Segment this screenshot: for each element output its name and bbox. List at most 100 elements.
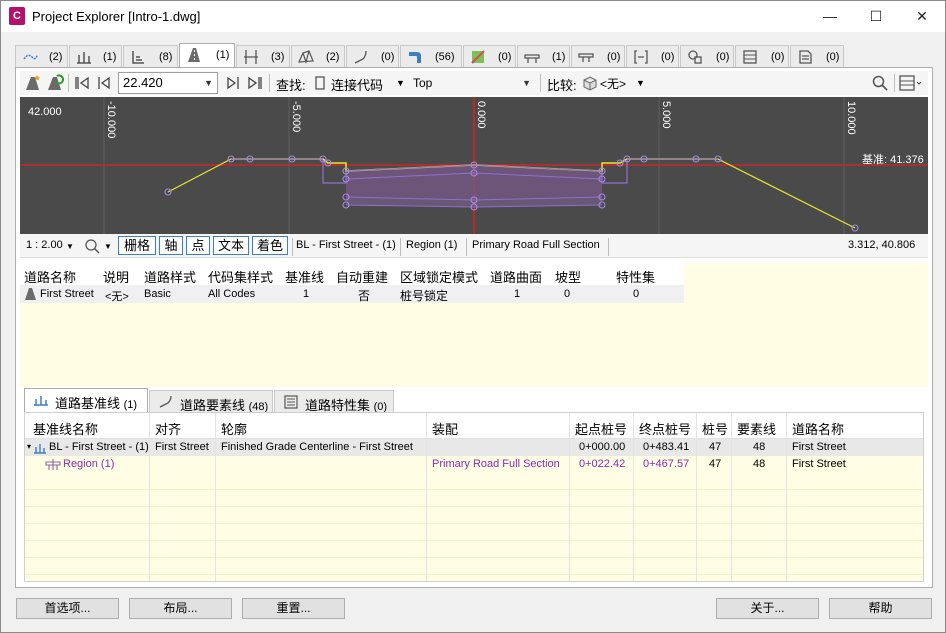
col-property-sets[interactable]: 特性集	[616, 267, 655, 286]
tab-profiles[interactable]: (1)	[69, 45, 122, 67]
col-slope-patterns[interactable]: 坡型	[555, 267, 581, 286]
rebuild-corridor-icon[interactable]	[46, 74, 64, 92]
cell-corridor-name: First Street	[792, 458, 846, 470]
elevation-label: 42.000	[28, 106, 62, 118]
options-button[interactable]: 首选项...	[16, 598, 119, 619]
col-corridor-name[interactable]: 道路名称	[792, 419, 844, 438]
cell-feature-lines: 48	[753, 441, 766, 453]
maximize-button[interactable]: ☐	[853, 1, 899, 32]
tab-parcels[interactable]: (0)	[463, 45, 516, 67]
tab-point-groups[interactable]: (0)	[680, 45, 734, 67]
table-row[interactable]: First Street <无> Basic All Codes 1 否 桩号锁…	[20, 285, 684, 303]
tab-pipe-networks[interactable]: (56)	[400, 45, 462, 67]
col-feature-lines[interactable]: 要素线	[737, 419, 776, 438]
new-corridor-icon[interactable]	[24, 74, 42, 92]
profile-icon	[77, 52, 91, 64]
station-select[interactable]: 22.420 ▼	[118, 72, 218, 94]
tab-subassemblies[interactable]: (0)	[571, 45, 625, 67]
reset-button[interactable]: 重置...	[242, 598, 345, 619]
last-station-icon[interactable]	[246, 74, 264, 92]
first-station-icon[interactable]	[73, 74, 91, 92]
col-corridor-surfaces[interactable]: 道路曲面	[490, 267, 542, 286]
col-start-station[interactable]: 起点桩号	[575, 419, 627, 438]
section-viewport[interactable]: 42.000 -10.000 -5.000 0.000 5.000 10.000 基准:…	[20, 97, 928, 234]
offset-tick-label: 10.000	[845, 101, 857, 135]
toggle-text-button[interactable]: 文本	[213, 236, 249, 255]
col-assembly[interactable]: 装配	[432, 419, 458, 438]
tab-corridor-baselines[interactable]: 道路基准线 (1)	[24, 388, 148, 413]
chevron-down-icon[interactable]: ▼	[396, 78, 405, 88]
tab-count: (1)	[103, 51, 117, 63]
tab-surfaces[interactable]: (2)	[291, 45, 345, 67]
tab-reports[interactable]: (0)	[790, 45, 844, 67]
toggle-shading-button[interactable]: 着色	[252, 236, 288, 255]
col-region-lock-mode[interactable]: 区域锁定模式	[400, 267, 478, 286]
corridor-subtabs: 道路基准线 (1) 道路要素线 (48) 道路特性集 (0)	[20, 388, 928, 413]
corridor-grid-header: 道路名称 说明 道路样式 代码集样式 基准线 自动重建 区域锁定模式 道路曲面 …	[20, 263, 684, 285]
tab-count: (0)	[771, 51, 785, 63]
table-row[interactable]: Region (1) Primary Road Full Section 0+0…	[25, 456, 923, 473]
cell-auto-rebuild: 否	[358, 289, 371, 303]
tab-feature-lines[interactable]: (0)	[346, 45, 399, 67]
tab-alignments[interactable]: (2)	[15, 45, 68, 67]
toggle-grid-button[interactable]: 栅格	[118, 236, 156, 255]
close-button[interactable]: ✕	[899, 1, 945, 32]
col-baselines[interactable]: 基准线	[285, 267, 324, 286]
table-row[interactable]: ▾ BL - First Street - (1) First Street F…	[25, 439, 923, 456]
col-end-station[interactable]: 终点桩号	[639, 419, 691, 438]
toggle-axis-button[interactable]: 轴	[159, 236, 183, 255]
col-corridor-style[interactable]: 道路样式	[144, 267, 196, 286]
minimize-button[interactable]: —	[807, 1, 853, 32]
col-stations[interactable]: 桩号	[702, 419, 728, 438]
tab-count: (0)	[716, 51, 730, 63]
tab-tables[interactable]: (0)	[735, 45, 789, 67]
layout-button[interactable]: 布局...	[129, 598, 232, 619]
compare-value[interactable]: <无>	[600, 75, 626, 92]
cell-corridor-surfaces: 1	[514, 288, 521, 300]
baseline-indicator: BL - First Street - (1)	[296, 239, 396, 251]
tab-count: (8)	[159, 51, 173, 63]
toggle-points-button[interactable]: 点	[186, 236, 210, 255]
col-baseline-name[interactable]: 基准线名称	[33, 419, 98, 438]
tab-corridor-property-sets[interactable]: 道路特性集 (0)	[274, 390, 394, 413]
compare-label: 比较:	[547, 78, 577, 93]
previous-station-icon[interactable]	[95, 74, 113, 92]
offset-tick-label: -10.000	[105, 101, 117, 138]
cursor-coordinates: 3.312, 40.806	[848, 239, 916, 251]
baseline-icon	[34, 396, 48, 406]
tab-profile-views[interactable]: (8)	[123, 45, 178, 67]
col-description[interactable]: 说明	[103, 267, 129, 286]
about-button[interactable]: 关于...	[716, 598, 819, 619]
col-alignment[interactable]: 对齐	[155, 419, 181, 438]
chevron-down-icon[interactable]: ▼	[104, 242, 112, 251]
feature-line-icon	[354, 50, 367, 64]
collapse-icon[interactable]: ▾	[27, 442, 31, 451]
col-code-set-style[interactable]: 代码集样式	[208, 267, 273, 286]
chevron-down-icon[interactable]: ▼	[636, 78, 645, 88]
cell-baselines: 1	[303, 288, 310, 300]
col-auto-rebuild[interactable]: 自动重建	[336, 267, 388, 286]
tab-sample-lines[interactable]: (3)	[236, 45, 290, 67]
tab-sections[interactable]: (0)	[626, 45, 679, 67]
find-type[interactable]: 连接代码	[331, 75, 383, 94]
parcel-icon	[471, 50, 485, 64]
zoom-icon[interactable]	[84, 238, 102, 254]
tab-assemblies[interactable]: (1)	[517, 45, 570, 67]
help-button[interactable]: 帮助	[829, 598, 932, 619]
tab-count: (0)	[826, 51, 840, 63]
view-options-icon[interactable]	[899, 74, 923, 92]
col-profile[interactable]: 轮廓	[221, 419, 247, 438]
next-station-icon[interactable]	[224, 74, 242, 92]
tab-corridors[interactable]: (1)	[179, 43, 235, 68]
find-label: 查找:	[276, 78, 306, 93]
tab-corridor-feature-lines[interactable]: 道路要素线 (48)	[149, 390, 273, 413]
point-group-icon	[688, 50, 702, 64]
zoom-search-icon[interactable]	[871, 74, 889, 92]
scale-select[interactable]: 1 : 2.00	[26, 239, 63, 251]
tab-count: (0)	[381, 51, 395, 63]
tab-count: (1)	[552, 51, 566, 63]
baseline-icon	[34, 444, 46, 454]
col-corridor-name[interactable]: 道路名称	[24, 267, 76, 286]
chevron-down-icon[interactable]: ▼	[66, 242, 74, 251]
find-target-select[interactable]: Top ▼	[408, 72, 536, 94]
